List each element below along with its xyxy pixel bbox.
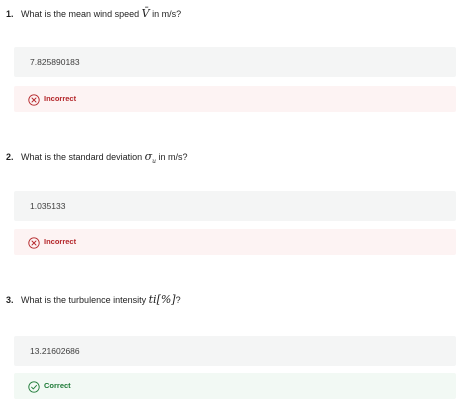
answer-value: 13.21602686 [30, 346, 80, 356]
feedback-banner: Incorrect [14, 86, 456, 112]
answer-field[interactable]: 13.21602686 [14, 336, 456, 366]
check-circle-icon [28, 380, 40, 393]
math-symbol: σ [144, 150, 153, 163]
answer-value: 1.035133 [30, 201, 66, 211]
answer-field[interactable]: 7.825890183 [14, 47, 456, 77]
question-number: 3. [6, 295, 14, 305]
question-unit: in m/s? [152, 9, 182, 19]
question-unit: ? [175, 295, 181, 305]
math-subscript: u [152, 158, 157, 166]
question-prompt: 3. What is the turbulence intensity ti[%… [6, 294, 181, 306]
feedback-banner: Correct [14, 373, 456, 399]
feedback-banner: Incorrect [14, 229, 456, 255]
math-expression: ti[%] [148, 293, 176, 306]
math-expression: σu [144, 150, 157, 166]
question-prompt: 1. What is the mean wind speed V̄ in m/s… [6, 8, 181, 20]
answer-value: 7.825890183 [30, 57, 80, 67]
question-text: What is the standard deviation [21, 152, 143, 162]
question-text: What is the mean wind speed [21, 9, 140, 19]
question-number: 1. [6, 9, 14, 19]
x-circle-icon [28, 236, 40, 249]
question-prompt: 2. What is the standard deviation σu in … [6, 151, 188, 168]
feedback-label: Correct [44, 381, 71, 390]
question-text: What is the turbulence intensity [21, 295, 147, 305]
question-unit: in m/s? [158, 152, 188, 162]
feedback-label: Incorrect [44, 237, 77, 246]
question-number: 2. [6, 152, 14, 162]
answer-field[interactable]: 1.035133 [14, 191, 456, 221]
feedback-label: Incorrect [44, 94, 77, 103]
x-circle-icon [28, 93, 40, 106]
math-expression: V̄ [141, 7, 150, 20]
